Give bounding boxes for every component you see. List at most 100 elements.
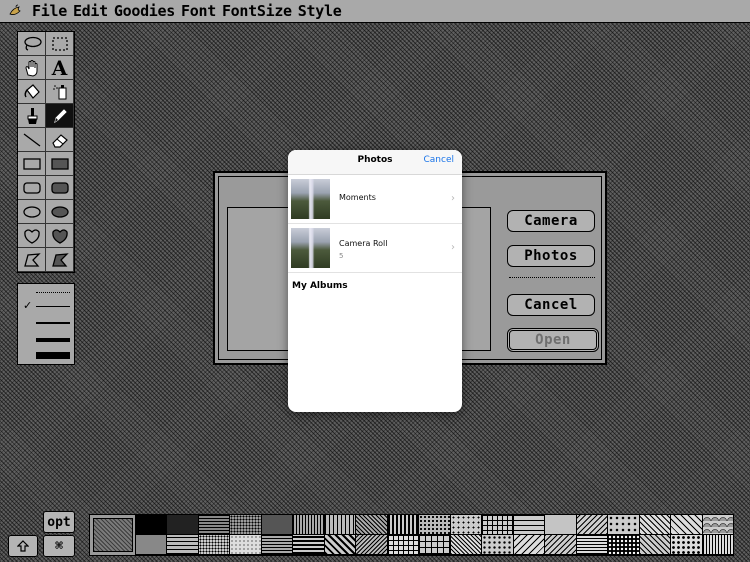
marquee-tool-icon[interactable] bbox=[46, 32, 74, 56]
chevron-right-icon: › bbox=[451, 193, 455, 204]
pattern-swatch[interactable] bbox=[166, 515, 198, 535]
dialog-separator bbox=[509, 277, 595, 278]
rounded-rectangle-tool-icon[interactable] bbox=[18, 176, 46, 200]
text-tool-icon[interactable]: A bbox=[46, 56, 74, 80]
picker-cancel-button[interactable]: Cancel bbox=[424, 155, 455, 165]
album-thumbnail bbox=[291, 228, 330, 268]
line-width-3[interactable] bbox=[36, 338, 70, 342]
pattern-swatch[interactable] bbox=[449, 515, 482, 535]
pattern-swatch[interactable] bbox=[292, 515, 324, 535]
apple-logo-icon[interactable] bbox=[4, 0, 26, 22]
menu-edit[interactable]: Edit bbox=[73, 2, 108, 20]
pattern-swatch[interactable] bbox=[701, 515, 733, 535]
pattern-swatch[interactable] bbox=[607, 535, 639, 555]
pattern-swatch[interactable] bbox=[292, 535, 324, 555]
pattern-swatch[interactable] bbox=[197, 515, 230, 535]
line-width-dotted[interactable] bbox=[36, 292, 70, 293]
command-icon: ⌘ bbox=[55, 538, 63, 554]
pattern-swatch[interactable] bbox=[670, 515, 702, 535]
freeform-tool-icon[interactable] bbox=[18, 224, 46, 248]
checkmark-icon: ✓ bbox=[23, 299, 33, 312]
pattern-swatch[interactable] bbox=[544, 535, 576, 555]
pattern-swatch[interactable] bbox=[449, 535, 482, 555]
pattern-swatch[interactable] bbox=[229, 515, 261, 535]
filled-rectangle-tool-icon[interactable] bbox=[46, 152, 74, 176]
filled-freeform-tool-icon[interactable] bbox=[46, 224, 74, 248]
picker-header: Photos Cancel bbox=[288, 150, 462, 175]
album-name: Moments bbox=[339, 193, 376, 202]
cancel-button[interactable]: Cancel bbox=[507, 294, 595, 316]
pattern-swatch[interactable] bbox=[135, 535, 167, 555]
line-width-4[interactable] bbox=[36, 352, 70, 359]
pattern-swatch[interactable] bbox=[229, 535, 261, 555]
menu-fontsize[interactable]: FontSize bbox=[222, 2, 292, 20]
menu-style[interactable]: Style bbox=[298, 2, 342, 20]
line-width-palette: ✓ bbox=[17, 283, 75, 365]
photos-button[interactable]: Photos bbox=[507, 245, 595, 267]
pattern-palette bbox=[89, 514, 734, 556]
my-albums-header: My Albums bbox=[292, 281, 348, 291]
pattern-swatch[interactable] bbox=[670, 535, 702, 555]
rectangle-tool-icon[interactable] bbox=[18, 152, 46, 176]
pattern-swatch[interactable] bbox=[638, 535, 671, 555]
pattern-swatch[interactable] bbox=[575, 515, 608, 535]
filled-oval-tool-icon[interactable] bbox=[46, 200, 74, 224]
shift-key[interactable] bbox=[8, 535, 38, 557]
album-thumbnail bbox=[291, 179, 330, 219]
pattern-swatch[interactable] bbox=[512, 515, 545, 535]
pattern-swatch[interactable] bbox=[197, 535, 230, 555]
pattern-swatch[interactable] bbox=[323, 535, 356, 555]
pattern-swatch[interactable] bbox=[386, 535, 419, 555]
pattern-swatch[interactable] bbox=[260, 535, 293, 555]
pattern-swatch[interactable] bbox=[135, 515, 167, 535]
pattern-swatches bbox=[135, 515, 733, 555]
line-tool-icon[interactable] bbox=[18, 128, 46, 152]
pattern-swatch[interactable] bbox=[575, 535, 608, 555]
filled-rounded-rectangle-tool-icon[interactable] bbox=[46, 176, 74, 200]
menu-bar: File Edit Goodies Font FontSize Style bbox=[0, 0, 750, 23]
paintbrush-tool-icon[interactable] bbox=[18, 104, 46, 128]
photo-picker-popover: Photos Cancel Moments › Camera Roll 5 › … bbox=[288, 150, 462, 412]
pattern-swatch[interactable] bbox=[166, 535, 198, 555]
pattern-swatch[interactable] bbox=[418, 535, 450, 555]
tool-palette: A bbox=[17, 31, 75, 273]
pattern-swatch[interactable] bbox=[607, 515, 639, 535]
shift-arrow-icon bbox=[17, 540, 29, 552]
pattern-swatch[interactable] bbox=[638, 515, 671, 535]
camera-button[interactable]: Camera bbox=[507, 210, 595, 232]
lasso-tool-icon[interactable] bbox=[18, 32, 46, 56]
current-pattern bbox=[93, 518, 133, 552]
pencil-tool-icon[interactable] bbox=[46, 104, 74, 128]
album-row-camera-roll[interactable]: Camera Roll 5 › bbox=[288, 224, 462, 273]
pattern-swatch[interactable] bbox=[323, 515, 356, 535]
oval-tool-icon[interactable] bbox=[18, 200, 46, 224]
command-key[interactable]: ⌘ bbox=[43, 535, 75, 557]
album-row-moments[interactable]: Moments › bbox=[288, 175, 462, 224]
pattern-swatch[interactable] bbox=[512, 535, 545, 555]
filled-polygon-tool-icon[interactable] bbox=[46, 248, 74, 272]
pattern-swatch[interactable] bbox=[544, 515, 576, 535]
album-name: Camera Roll bbox=[339, 239, 388, 248]
menu-font[interactable]: Font bbox=[181, 2, 216, 20]
polygon-tool-icon[interactable] bbox=[18, 248, 46, 272]
pattern-swatch[interactable] bbox=[260, 515, 293, 535]
album-count: 5 bbox=[339, 252, 344, 260]
paint-bucket-tool-icon[interactable] bbox=[18, 80, 46, 104]
hand-tool-icon[interactable] bbox=[18, 56, 46, 80]
pattern-swatch[interactable] bbox=[355, 535, 387, 555]
eraser-tool-icon[interactable] bbox=[46, 128, 74, 152]
pattern-swatch[interactable] bbox=[481, 515, 513, 535]
line-width-2[interactable] bbox=[36, 322, 70, 324]
menu-goodies[interactable]: Goodies bbox=[114, 2, 175, 20]
pattern-swatch[interactable] bbox=[481, 535, 513, 555]
option-key[interactable]: opt bbox=[43, 511, 75, 533]
chevron-right-icon: › bbox=[451, 242, 455, 253]
menu-file[interactable]: File bbox=[32, 2, 67, 20]
pattern-swatch[interactable] bbox=[701, 535, 733, 555]
pattern-swatch[interactable] bbox=[386, 515, 419, 535]
pattern-swatch[interactable] bbox=[355, 515, 387, 535]
spray-can-tool-icon[interactable] bbox=[46, 80, 74, 104]
pattern-swatch[interactable] bbox=[418, 515, 450, 535]
open-button: Open bbox=[507, 328, 599, 352]
line-width-1[interactable] bbox=[36, 306, 70, 307]
